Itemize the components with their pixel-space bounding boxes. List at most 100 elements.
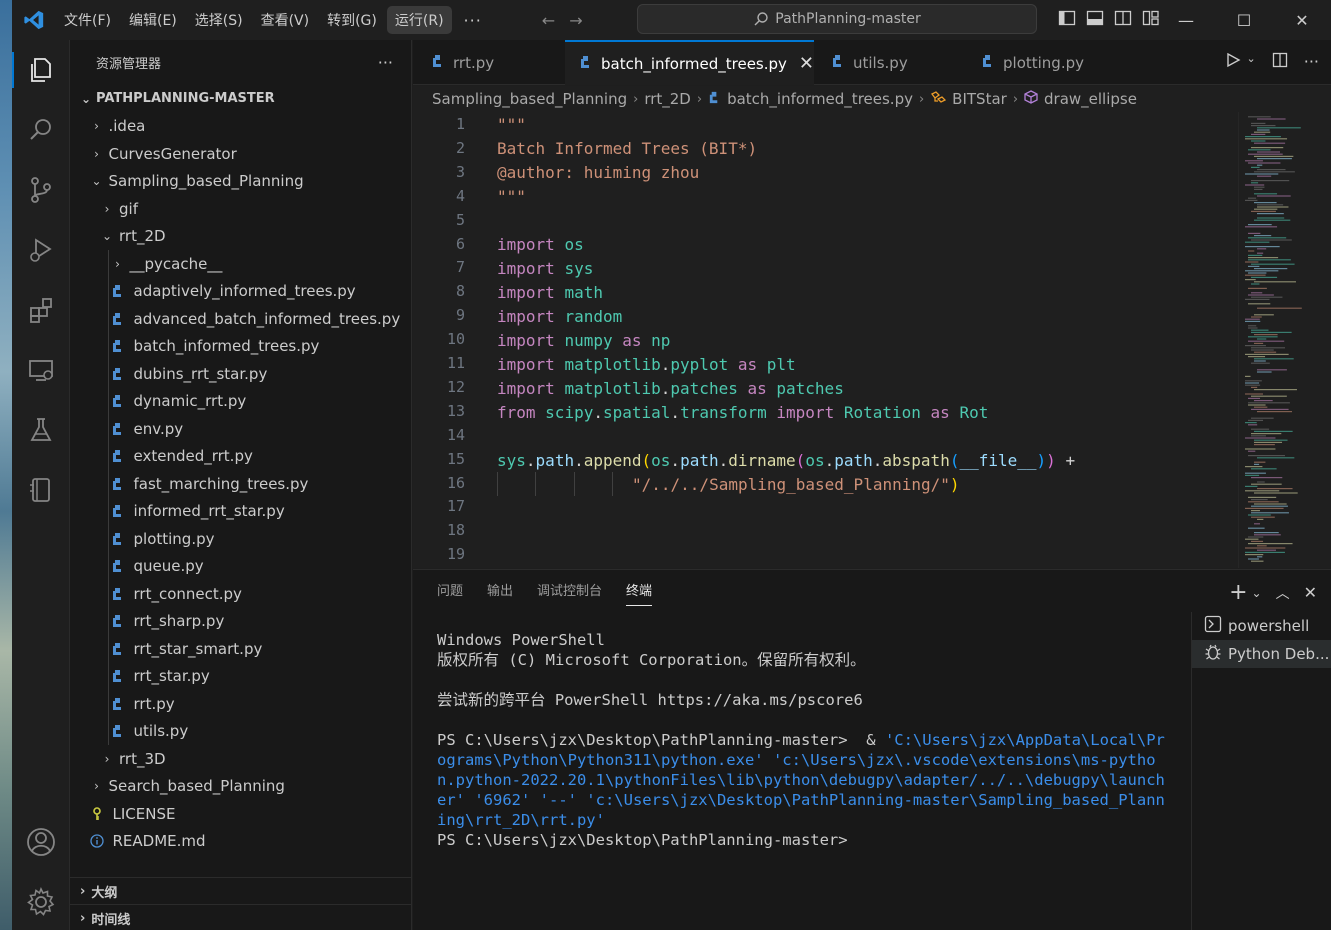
tree-file[interactable]: extended_rrt.py [70, 443, 411, 470]
testing-flask-icon[interactable] [12, 406, 70, 454]
tab-debug-console[interactable]: 调试控制台 [537, 580, 602, 606]
explorer-icon[interactable] [12, 46, 70, 94]
terminal-output[interactable]: Windows PowerShell 版权所有 (C) Microsoft Co… [437, 630, 1167, 850]
tree-file[interactable]: env.py [70, 415, 411, 442]
python-file-icon [110, 532, 126, 546]
toggle-primary-sidebar-icon[interactable] [1058, 9, 1076, 27]
breadcrumb-item[interactable]: batch_informed_trees.py [727, 90, 913, 108]
chevron-down-icon[interactable]: ⌄ [1247, 52, 1256, 72]
terminal-python-debug[interactable]: Python Deb... [1192, 640, 1331, 668]
menu-selection[interactable]: 选择(S) [187, 6, 251, 34]
menu-edit[interactable]: 编辑(E) [121, 6, 185, 34]
chevron-right-icon: › [696, 91, 703, 107]
tree-folder[interactable]: › .idea [70, 113, 411, 140]
tree-file[interactable]: rrt_star_smart.py [70, 635, 411, 662]
search-icon[interactable] [12, 106, 70, 154]
minimap[interactable] [1238, 112, 1331, 568]
tab-problems[interactable]: 问题 [437, 580, 463, 606]
menu-go[interactable]: 转到(G) [319, 6, 385, 34]
close-window-icon[interactable]: ✕ [1273, 0, 1331, 40]
tree-file[interactable]: adaptively_informed_trees.py [70, 278, 411, 305]
tree-file[interactable]: dynamic_rrt.py [70, 388, 411, 415]
tab-rrt[interactable]: rrt.py [417, 40, 565, 85]
tree-file[interactable]: rrt_connect.py [70, 580, 411, 607]
code-editor[interactable]: 1 2 3 4 5 6 7 8 9 10 11 12 13 14 15 16 17 18 19 """ Batch … [413, 112, 1238, 568]
tree-item-label: rrt_star_smart.py [133, 639, 263, 658]
source-control-icon[interactable] [12, 166, 70, 214]
menu-file[interactable]: 文件(F) [56, 6, 119, 34]
tree-file[interactable]: rrt_sharp.py [70, 608, 411, 635]
breadcrumb-item[interactable]: rrt_2D [644, 90, 691, 108]
terminal-name: Python Deb... [1228, 645, 1330, 663]
tree-file[interactable]: informed_rrt_star.py [70, 498, 411, 525]
command-center-search[interactable]: PathPlanning-master [637, 4, 1037, 34]
run-file-icon[interactable] [1225, 52, 1241, 72]
breadcrumb-item[interactable]: Sampling_based_Planning [432, 90, 627, 108]
tree-folder[interactable]: › CurvesGenerator [70, 140, 411, 167]
tree-folder[interactable]: › gif [70, 195, 411, 222]
more-actions-icon[interactable]: ··· [1304, 52, 1319, 72]
extensions-icon[interactable] [12, 286, 70, 334]
python-file-icon [110, 339, 126, 353]
menu-view[interactable]: 查看(V) [253, 6, 318, 34]
tree-item-label: informed_rrt_star.py [133, 502, 285, 520]
tree-file[interactable]: utils.py [70, 718, 411, 745]
tree-file[interactable]: dubins_rrt_star.py [70, 360, 411, 387]
timeline-section[interactable]: › 时间线 [70, 904, 411, 930]
module-name: spatial [602, 402, 671, 422]
forward-arrow-icon[interactable]: → [569, 11, 582, 30]
explorer-more-button[interactable]: ··· [378, 53, 393, 72]
tab-output[interactable]: 输出 [487, 580, 513, 606]
tree-folder[interactable]: › __pycache__ [70, 250, 411, 277]
tree-file[interactable]: plotting.py [70, 525, 411, 552]
breadcrumb-item[interactable]: BITStar [952, 90, 1007, 108]
tab-plotting[interactable]: plotting.py [967, 40, 1137, 85]
navigation-arrows: ← → [542, 11, 583, 30]
maximize-icon[interactable]: ☐ [1215, 0, 1273, 40]
class-symbol-icon [930, 90, 947, 108]
remote-explorer-icon[interactable] [12, 346, 70, 394]
maximize-panel-chevron-up-icon[interactable]: ︿ [1276, 583, 1290, 603]
menu-run[interactable]: 运行(R) [386, 6, 452, 34]
chevron-down-icon[interactable]: ⌄ [1252, 586, 1262, 600]
accounts-icon[interactable] [12, 818, 70, 866]
outline-section[interactable]: › 大纲 [70, 877, 411, 904]
back-arrow-icon[interactable]: ← [542, 11, 555, 30]
tab-terminal[interactable]: 终端 [626, 580, 653, 606]
search-text: PathPlanning-master [775, 11, 921, 27]
tree-file[interactable]: rrt.py [70, 690, 411, 717]
chevron-right-icon: › [94, 779, 99, 793]
close-panel-icon[interactable]: ✕ [1304, 583, 1317, 602]
breadcrumb-item[interactable]: draw_ellipse [1044, 90, 1137, 108]
tree-file[interactable]: rrt_star.py [70, 663, 411, 690]
tree-file[interactable]: batch_informed_trees.py [70, 333, 411, 360]
close-tab-icon[interactable]: ✕ [799, 53, 814, 74]
tree-folder-expanded[interactable]: ⌄ rrt_2D [70, 223, 411, 250]
menu-more-button[interactable]: ··· [454, 11, 492, 30]
split-editor-icon[interactable] [1272, 52, 1288, 72]
tab-utils[interactable]: utils.py [817, 40, 967, 85]
python-file-icon [110, 504, 126, 518]
tree-folder[interactable]: › Search_based_Planning [70, 773, 411, 800]
tree-file[interactable]: README.md [70, 828, 411, 855]
toggle-secondary-sidebar-icon[interactable] [1114, 9, 1132, 27]
tree-file[interactable]: queue.py [70, 553, 411, 580]
toggle-panel-icon[interactable] [1086, 9, 1104, 27]
outline-label: 大纲 [91, 885, 118, 901]
terminal-powershell[interactable]: powershell [1192, 612, 1331, 640]
tree-file[interactable]: fast_marching_trees.py [70, 470, 411, 497]
tree-item-label: rrt_connect.py [133, 584, 242, 603]
tree-folder-expanded[interactable]: ⌄ Sampling_based_Planning [70, 168, 411, 195]
jupyter-icon[interactable] [12, 466, 70, 514]
tree-file[interactable]: LICENSE [70, 800, 411, 827]
settings-gear-icon[interactable] [12, 878, 70, 926]
tree-root-folder[interactable]: ⌄ PATHPLANNING-MASTER [70, 85, 411, 112]
tab-batch-informed-trees[interactable]: batch_informed_trees.py ✕ [565, 40, 814, 85]
new-terminal-plus-icon[interactable]: + [1229, 580, 1247, 605]
tree-item-label: CurvesGenerator [108, 144, 237, 163]
run-debug-icon[interactable] [12, 226, 70, 274]
minimize-icon[interactable]: — [1157, 0, 1215, 40]
tab-label: rrt.py [453, 53, 495, 72]
tree-file[interactable]: advanced_batch_informed_trees.py [70, 305, 411, 332]
tree-folder[interactable]: › rrt_3D [70, 745, 411, 772]
